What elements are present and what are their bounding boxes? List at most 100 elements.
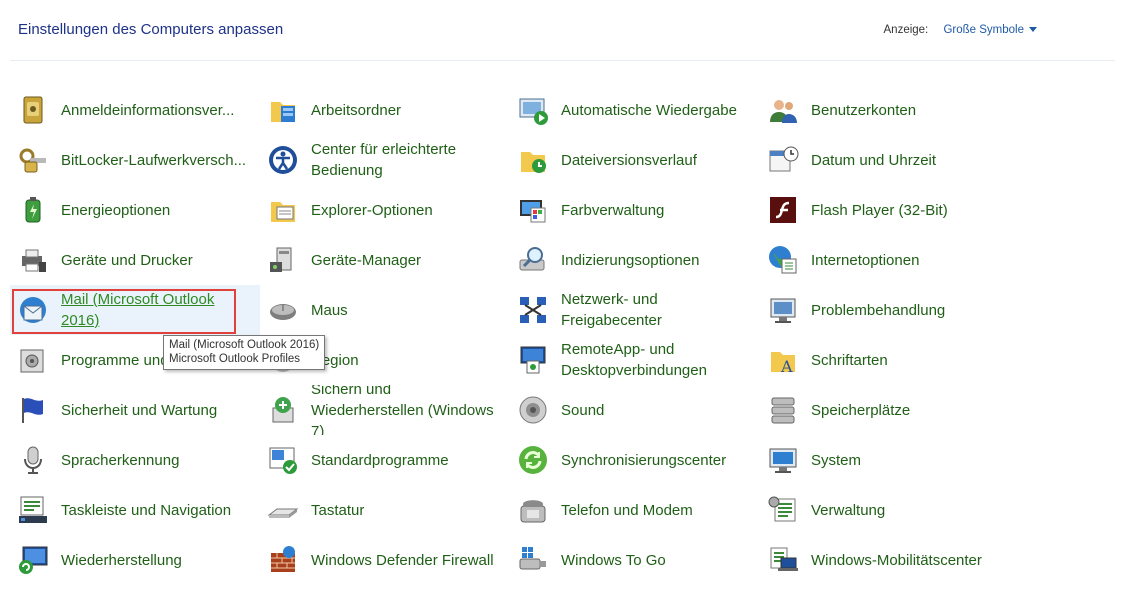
control-panel-item-label[interactable]: Windows Defender Firewall [311, 550, 494, 571]
control-panel-item-label[interactable]: Problembehandlung [811, 300, 945, 321]
control-panel-item[interactable]: Sichern und Wiederherstellen (Windows 7) [260, 385, 510, 435]
control-panel-item-label[interactable]: BitLocker-Laufwerkversch... [61, 150, 246, 171]
default-programs-icon [267, 444, 299, 476]
control-panel-item[interactable]: Windows To Go [510, 535, 760, 585]
control-panel-item[interactable]: Standardprogramme [260, 435, 510, 485]
device-manager-icon [267, 244, 299, 276]
firewall-icon [267, 544, 299, 576]
control-panel-item-label[interactable]: System [811, 450, 861, 471]
control-panel-item-label[interactable]: Windows To Go [561, 550, 666, 571]
control-panel-item[interactable]: Verwaltung [760, 485, 1010, 535]
view-dropdown[interactable]: Große Symbole [943, 24, 1037, 36]
control-panel-item-label[interactable]: Datum und Uhrzeit [811, 150, 936, 171]
control-panel-item-label[interactable]: Internetoptionen [811, 250, 919, 271]
control-panel-item-label[interactable]: Standardprogramme [311, 450, 449, 471]
control-panel-item[interactable]: BitLocker-Laufwerkversch... [10, 135, 260, 185]
control-panel-item[interactable]: Automatische Wiedergabe [510, 85, 760, 135]
control-panel-item-label[interactable]: Dateiversionsverlauf [561, 150, 697, 171]
control-panel-item-label[interactable]: Telefon und Modem [561, 500, 693, 521]
control-panel-item-label[interactable]: Sound [561, 400, 604, 421]
control-panel-item[interactable]: Center für erleichterte Bedienung [260, 135, 510, 185]
control-panel-item-label[interactable]: Automatische Wiedergabe [561, 100, 737, 121]
control-panel-item[interactable]: A Schriftarten [760, 335, 1010, 385]
internet-options-icon [767, 244, 799, 276]
control-panel-item[interactable]: Tastatur [260, 485, 510, 535]
control-panel-item-label[interactable]: Arbeitsordner [311, 100, 401, 121]
control-panel-item[interactable]: Wiederherstellung [10, 535, 260, 585]
control-panel-item[interactable]: Sicherheit und Wartung [10, 385, 260, 435]
view-value[interactable]: Große Symbole [943, 24, 1024, 36]
control-panel-item[interactable]: Energieoptionen [10, 185, 260, 235]
network-sharing-icon [517, 294, 549, 326]
credential-vault-icon [17, 94, 49, 126]
windows-to-go-icon [517, 544, 549, 576]
control-panel-item[interactable]: System [760, 435, 1010, 485]
control-panel-item[interactable]: Indizierungsoptionen [510, 235, 760, 285]
control-panel-item-label[interactable]: Energieoptionen [61, 200, 170, 221]
control-panel-item[interactable]: Farbverwaltung [510, 185, 760, 235]
date-time-icon [767, 144, 799, 176]
control-panel-item-label[interactable]: Farbverwaltung [561, 200, 664, 221]
control-panel-item[interactable]: Maus [260, 285, 510, 335]
control-panel-item-label[interactable]: Maus [311, 300, 348, 321]
devices-printers-icon [17, 244, 49, 276]
phone-modem-icon [517, 494, 549, 526]
control-panel-item[interactable]: Netzwerk- und Freigabecenter [510, 285, 760, 335]
control-panel-item[interactable]: Speicherplätze [760, 385, 1010, 435]
control-panel-item[interactable]: Mail (Microsoft Outlook 2016) [10, 285, 260, 335]
control-panel-item[interactable]: Arbeitsordner [260, 85, 510, 135]
control-panel-item-label[interactable]: Geräte und Drucker [61, 250, 193, 271]
control-panel-item-label[interactable]: Wiederherstellung [61, 550, 182, 571]
control-panel-item-label[interactable]: Sichern und Wiederherstellen (Windows 7) [311, 385, 501, 435]
control-panel-item-label[interactable]: Anmeldeinformationsver... [61, 100, 234, 121]
control-panel-item[interactable]: Benutzerkonten [760, 85, 1010, 135]
control-panel-item[interactable]: Dateiversionsverlauf [510, 135, 760, 185]
control-panel-item[interactable]: Anmeldeinformationsver... [10, 85, 260, 135]
control-panel-item[interactable]: Synchronisierungscenter [510, 435, 760, 485]
taskbar-icon [17, 494, 49, 526]
control-panel-item[interactable]: Spracherkennung [10, 435, 260, 485]
control-panel-item[interactable]: Sound [510, 385, 760, 435]
control-panel-item-label[interactable]: Benutzerkonten [811, 100, 916, 121]
control-panel-item-label[interactable]: Flash Player (32-Bit) [811, 200, 948, 221]
control-panel-item-label[interactable]: Verwaltung [811, 500, 885, 521]
control-panel-item-label[interactable]: Netzwerk- und Freigabecenter [561, 289, 751, 331]
mouse-icon [267, 294, 299, 326]
ease-of-access-icon [267, 144, 299, 176]
speech-recognition-icon [17, 444, 49, 476]
control-panel-item[interactable]: Taskleiste und Navigation [10, 485, 260, 535]
control-panel-item[interactable]: Flash Player (32-Bit) [760, 185, 1010, 235]
control-panel-item[interactable]: Internetoptionen [760, 235, 1010, 285]
control-panel-item[interactable]: Windows Defender Firewall [260, 535, 510, 585]
control-panel-item-label[interactable]: Synchronisierungscenter [561, 450, 726, 471]
control-panel-item-label[interactable]: Explorer-Optionen [311, 200, 433, 221]
bitlocker-icon [17, 144, 49, 176]
control-panel-item[interactable]: Problembehandlung [760, 285, 1010, 335]
control-panel-item-label[interactable]: Windows-Mobilitätscenter [811, 550, 982, 571]
control-panel-item-label[interactable]: Tastatur [311, 500, 364, 521]
control-panel-item[interactable]: Geräte-Manager [260, 235, 510, 285]
control-panel-item-label[interactable]: RemoteApp- und Desktopverbindungen [561, 339, 751, 381]
control-panel-item-label[interactable]: Sicherheit und Wartung [61, 400, 217, 421]
control-panel-item[interactable]: Geräte und Drucker [10, 235, 260, 285]
control-panel-item[interactable]: Datum und Uhrzeit [760, 135, 1010, 185]
control-panel-item-label[interactable]: Spracherkennung [61, 450, 179, 471]
system-icon [767, 444, 799, 476]
troubleshooting-icon [767, 294, 799, 326]
control-panel-item-label[interactable]: Taskleiste und Navigation [61, 500, 231, 521]
keyboard-icon [267, 494, 299, 526]
security-maintenance-icon [17, 394, 49, 426]
control-panel-item-label[interactable]: Mail (Microsoft Outlook 2016) [61, 289, 251, 331]
explorer-options-icon [267, 194, 299, 226]
control-panel-item-label[interactable]: Geräte-Manager [311, 250, 421, 271]
control-panel-item[interactable]: Telefon und Modem [510, 485, 760, 535]
control-panel-item-label[interactable]: Center für erleichterte Bedienung [311, 139, 501, 181]
control-panel-item[interactable]: Windows-Mobilitätscenter [760, 535, 1010, 585]
control-panel-item-label[interactable]: Schriftarten [811, 350, 888, 371]
tooltip-title: Mail (Microsoft Outlook 2016) [169, 339, 320, 351]
control-panel-item[interactable]: RemoteApp- und Desktopverbindungen [510, 335, 760, 385]
control-panel-item[interactable]: Explorer-Optionen [260, 185, 510, 235]
control-panel-item-label[interactable]: Speicherplätze [811, 400, 910, 421]
control-panel-item-label[interactable]: Indizierungsoptionen [561, 250, 699, 271]
chevron-down-icon[interactable] [1029, 27, 1037, 33]
